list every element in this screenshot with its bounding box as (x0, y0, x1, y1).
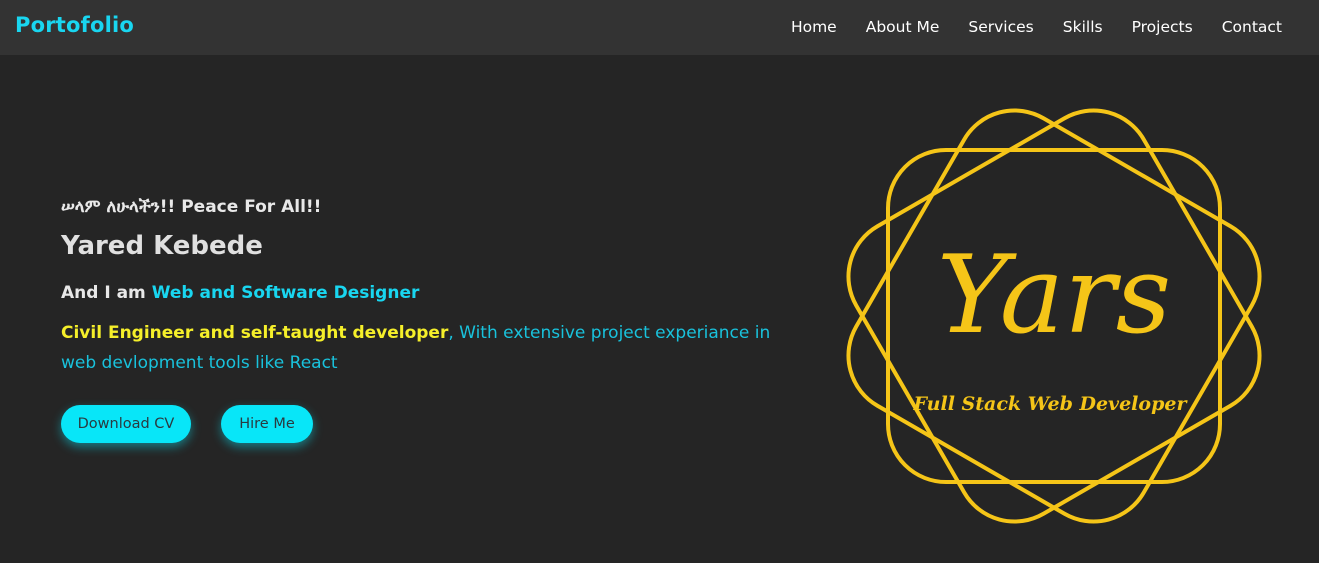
hero-text: ሠላም ለሁላችን!! Peace For All!! Yared Kebede… (61, 195, 781, 378)
hero-description-strong: Civil Engineer and self-taught developer (61, 323, 449, 343)
download-cv-button[interactable]: Download CV (61, 405, 191, 443)
logo-subtitle: Full Stack Web Developer (913, 393, 1189, 415)
hero-description: Civil Engineer and self-taught developer… (61, 318, 781, 378)
brand-logo-link[interactable]: Portofolio (15, 13, 134, 37)
hero-role-prefix: And I am (61, 283, 152, 303)
nav-links: Home About Me Services Skills Projects C… (791, 17, 1282, 37)
logo-title: Yars (937, 233, 1171, 358)
hero-role-highlight: Web and Software Designer (151, 283, 420, 303)
nav-link-home[interactable]: Home (791, 17, 837, 37)
yars-logo: Yars Full Stack Web Developer (846, 108, 1262, 524)
navbar: Portofolio Home About Me Services Skills… (0, 0, 1319, 55)
nav-link-skills[interactable]: Skills (1063, 17, 1103, 37)
hero-role-line: And I am Web and Software Designer (61, 281, 781, 305)
nav-link-about-me[interactable]: About Me (866, 17, 940, 37)
nav-link-projects[interactable]: Projects (1132, 17, 1193, 37)
hero-greeting: ሠላም ለሁላችን!! Peace For All!! (61, 197, 322, 217)
nav-link-contact[interactable]: Contact (1222, 17, 1282, 37)
hero-buttons: Download CV Hire Me (61, 405, 313, 443)
hire-me-button[interactable]: Hire Me (221, 405, 313, 443)
hero-name: Yared Kebede (61, 231, 263, 261)
nav-link-services[interactable]: Services (968, 17, 1033, 37)
